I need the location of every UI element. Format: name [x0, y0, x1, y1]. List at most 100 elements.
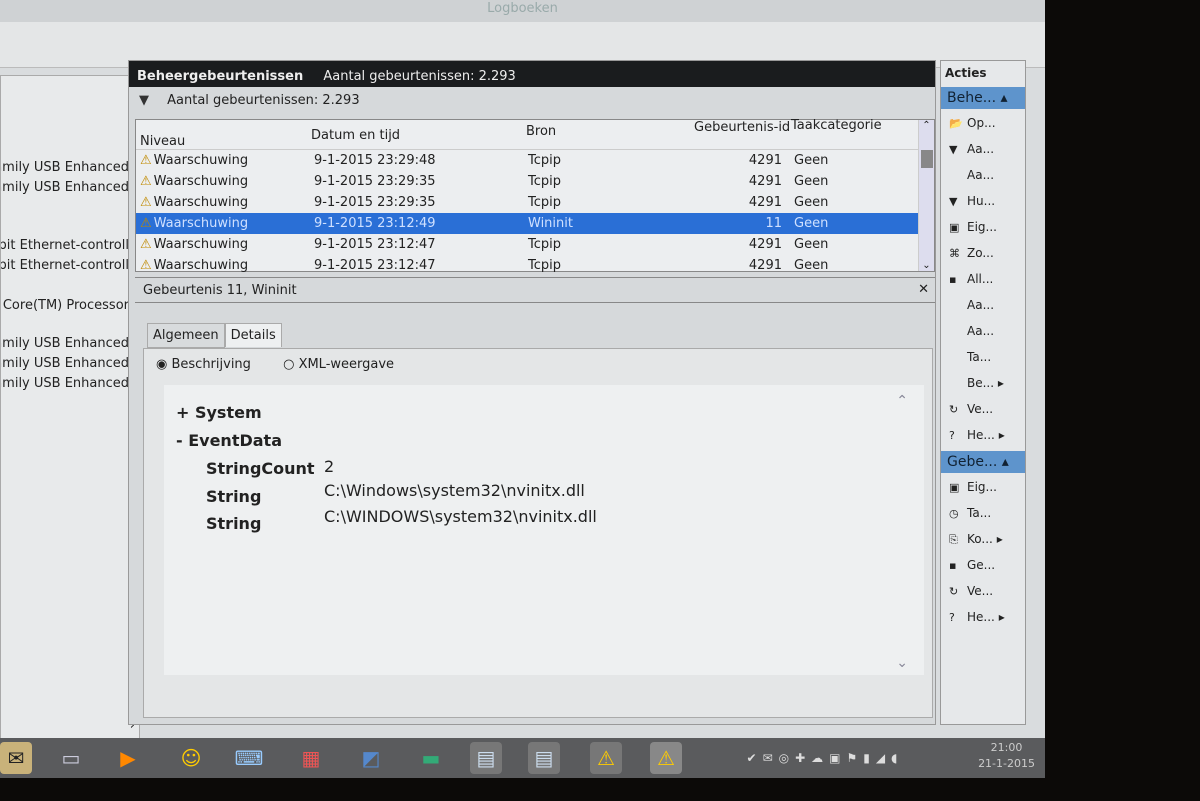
- actions-section-beheer[interactable]: Behe... ▴: [941, 87, 1025, 109]
- warning-app-icon[interactable]: ⚠: [650, 742, 682, 774]
- radio-xml[interactable]: ○ XML-weergave: [283, 357, 408, 372]
- action-item[interactable]: ↻ Ve...: [941, 397, 1025, 423]
- action-label: Aa...: [967, 324, 995, 338]
- cell-id: 4291: [748, 237, 782, 252]
- action-item[interactable]: ? He... ▸: [941, 423, 1025, 449]
- cell-source: Tcpip: [528, 174, 561, 189]
- left-item[interactable]: Family USB Enhanced: [1, 180, 129, 195]
- chat-app-icon[interactable]: ☺: [175, 742, 207, 774]
- radio-label: Beschrijving: [171, 357, 251, 372]
- action-label: Ge...: [967, 558, 996, 572]
- event-viewer-icon[interactable]: ▤: [470, 742, 502, 774]
- table-row[interactable]: ⚠ Waarschuwing 9-1-2015 23:12:47 Tcpip 42…: [136, 255, 934, 276]
- details-title: Gebeurtenis 11, Wininit: [143, 283, 297, 298]
- col-bron[interactable]: Bron: [526, 124, 556, 139]
- action-item[interactable]: Aa...: [941, 319, 1025, 345]
- action-label: Ve...: [967, 584, 994, 598]
- action-label: Ve...: [967, 402, 994, 416]
- cell-date: 9-1-2015 23:29:35: [314, 174, 436, 189]
- cell-category: Geen: [794, 174, 829, 189]
- cell-source: Wininit: [528, 216, 573, 231]
- action-label: Eig...: [967, 480, 997, 494]
- scroll-thumb[interactable]: [921, 150, 933, 168]
- cell-category: Geen: [794, 195, 829, 210]
- keyboard-app-icon[interactable]: ⌨: [233, 742, 265, 774]
- action-item[interactable]: 📂 Op...: [941, 111, 1025, 137]
- eventdata-node[interactable]: - EventData: [176, 431, 282, 450]
- col-niveau[interactable]: Niveau: [140, 134, 185, 149]
- action-item[interactable]: ▼ Aa...: [941, 137, 1025, 163]
- cell-category: Geen: [794, 258, 829, 273]
- cell-category: Geen: [794, 237, 829, 252]
- left-item[interactable]: Gigabit Ethernet-controll: [1, 258, 129, 273]
- event-viewer-icon[interactable]: ▤: [528, 742, 560, 774]
- scroll-up-icon[interactable]: ⌃: [896, 393, 908, 409]
- close-icon[interactable]: ✕: [918, 282, 929, 297]
- left-item[interactable]: Family USB Enhanced: [1, 336, 129, 351]
- col-datum[interactable]: Datum en tijd: [311, 128, 400, 143]
- table-row[interactable]: ⚠ Waarschuwing 9-1-2015 23:29:48 Tcpip 42…: [136, 150, 934, 171]
- actions-section-gebeurtenis[interactable]: Gebe... ▴: [941, 451, 1025, 473]
- warning-icon: ⚠: [140, 195, 152, 210]
- col-categorie[interactable]: Taakcategorie: [791, 118, 882, 133]
- office-app-icon[interactable]: ▦: [295, 742, 327, 774]
- scroll-down-icon[interactable]: ⌄: [896, 655, 908, 671]
- cell-level: Waarschuwing: [153, 153, 249, 168]
- cell-source: Tcpip: [528, 195, 561, 210]
- tab-details[interactable]: Details: [224, 323, 282, 347]
- events-table: Niveau Datum en tijd Bron Gebeurtenis-id…: [135, 118, 935, 273]
- action-item[interactable]: ▪ All...: [941, 267, 1025, 293]
- table-row[interactable]: ⚠ Waarschuwing 9-1-2015 23:29:35 Tcpip 42…: [136, 171, 934, 192]
- details-tabs: Algemeen Details: [147, 323, 282, 348]
- col-id[interactable]: Gebeurtenis-id: [694, 120, 790, 135]
- window-title: Logboeken: [0, 0, 1045, 22]
- action-item[interactable]: ? He... ▸: [941, 605, 1025, 631]
- action-item[interactable]: ▼ Hu...: [941, 189, 1025, 215]
- left-item[interactable]: Family USB Enhanced: [1, 376, 129, 391]
- action-icon: ↻: [949, 403, 959, 416]
- tray-icons[interactable]: ✔✉◎✚☁▣⚑▮◢◖: [705, 742, 945, 774]
- chart-app-icon[interactable]: ◩: [355, 742, 387, 774]
- warning-icon: ⚠: [140, 258, 152, 273]
- left-item[interactable]: Gigabit Ethernet-controll: [1, 238, 129, 253]
- field-value: C:\Windows\system32\nvinitx.dll: [324, 481, 585, 500]
- action-item[interactable]: Ta...: [941, 345, 1025, 371]
- action-item[interactable]: ◷ Ta...: [941, 501, 1025, 527]
- filter-count: Aantal gebeurtenissen: 2.293: [167, 93, 360, 108]
- action-label: He...: [967, 428, 995, 442]
- tab-algemeen[interactable]: Algemeen: [147, 323, 225, 348]
- event-count: Aantal gebeurtenissen: 2.293: [323, 69, 516, 84]
- action-item[interactable]: Aa...: [941, 163, 1025, 189]
- action-item[interactable]: ⌘ Zo...: [941, 241, 1025, 267]
- action-item[interactable]: ▣ Eig...: [941, 475, 1025, 501]
- radio-beschrijving[interactable]: ◉ Beschrijving: [156, 357, 265, 372]
- clock[interactable]: 21:00 21-1-2015: [978, 740, 1035, 772]
- media-player-icon[interactable]: ▶: [112, 742, 144, 774]
- card-app-icon[interactable]: ▬: [415, 742, 447, 774]
- action-item[interactable]: ▪ Ge...: [941, 553, 1025, 579]
- warning-icon: ⚠: [140, 216, 152, 231]
- table-row[interactable]: ⚠ Waarschuwing 9-1-2015 23:29:35 Tcpip 42…: [136, 192, 934, 213]
- table-scrollbar[interactable]: ⌃ ⌄: [918, 120, 934, 271]
- filter-icon: ▼: [139, 93, 149, 108]
- action-label: Ta...: [967, 506, 992, 520]
- action-label: Eig...: [967, 220, 997, 234]
- table-row[interactable]: ⚠ Waarschuwing 9-1-2015 23:12:49 Wininit …: [136, 213, 934, 234]
- monitor-app-icon[interactable]: ▭: [55, 742, 87, 774]
- start-icon[interactable]: ✉: [0, 742, 32, 774]
- left-item[interactable]: Family USB Enhanced: [1, 356, 129, 371]
- action-item[interactable]: Be... ▸: [941, 371, 1025, 397]
- action-item[interactable]: ↻ Ve...: [941, 579, 1025, 605]
- warning-app-icon[interactable]: ⚠: [590, 742, 622, 774]
- view-radios: ◉ Beschrijving ○ XML-weergave: [156, 357, 422, 372]
- submenu-arrow-icon: ▸: [998, 428, 1005, 442]
- table-row[interactable]: ⚠ Waarschuwing 9-1-2015 23:12:47 Tcpip 42…: [136, 234, 934, 255]
- left-item[interactable]: Intel(R) Core(TM) Processor: [1, 298, 129, 313]
- action-item[interactable]: Aa...: [941, 293, 1025, 319]
- system-node[interactable]: + System: [176, 403, 262, 422]
- details-box: ◉ Beschrijving ○ XML-weergave ⌃ + System…: [143, 348, 933, 718]
- panel-title: Beheergebeurtenissen: [137, 69, 304, 84]
- action-item[interactable]: ⎘ Ko... ▸: [941, 527, 1025, 553]
- left-item[interactable]: Family USB Enhanced: [1, 160, 129, 175]
- action-item[interactable]: ▣ Eig...: [941, 215, 1025, 241]
